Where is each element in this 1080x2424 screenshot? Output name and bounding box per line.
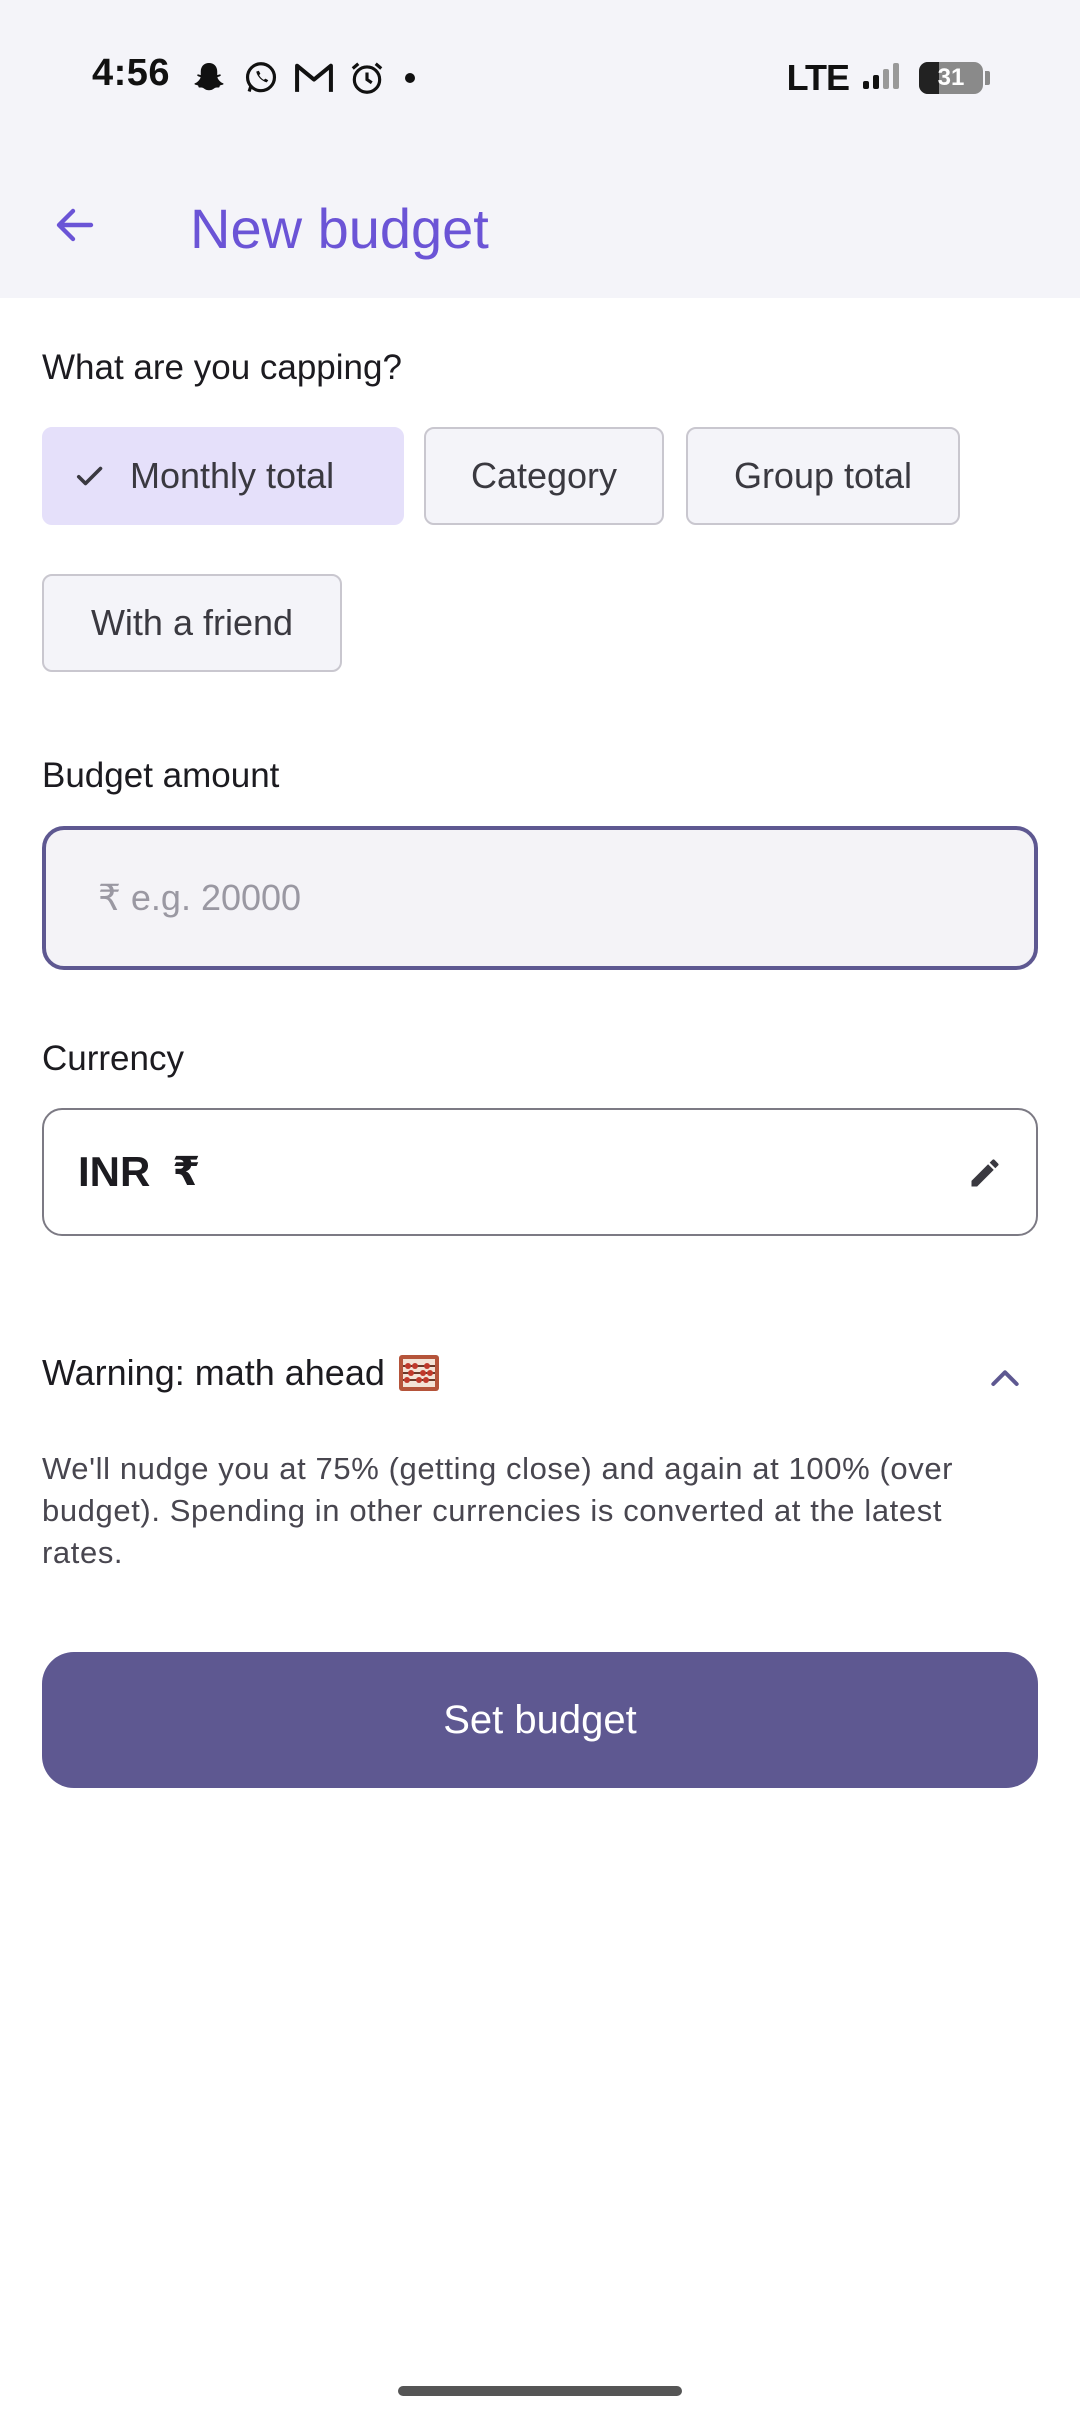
currency-selector[interactable]: INR ₹	[42, 1108, 1038, 1236]
chip-category[interactable]: Category	[424, 427, 664, 525]
set-budget-button[interactable]: Set budget	[42, 1652, 1038, 1788]
snapchat-icon	[190, 59, 228, 97]
alarm-icon	[348, 59, 386, 97]
edit-currency-button[interactable]	[964, 1152, 1006, 1194]
capping-label: What are you capping?	[42, 348, 402, 387]
collapse-warning-button[interactable]	[982, 1356, 1028, 1402]
chip-label: With a friend	[90, 602, 294, 643]
chevron-up-icon	[991, 1370, 1019, 1386]
check-icon	[72, 458, 108, 494]
chip-label: Monthly total	[130, 455, 335, 496]
status-bar: 4:56 LTE 31	[0, 0, 1080, 150]
abacus-icon	[397, 1353, 441, 1393]
status-right: LTE 31	[787, 56, 990, 100]
signal-icon	[861, 59, 907, 98]
gmail-icon	[294, 61, 334, 95]
currency-label: Currency	[42, 1039, 184, 1078]
currency-symbol: ₹	[172, 1150, 201, 1194]
battery-icon: 31	[919, 62, 983, 94]
budget-amount-label: Budget amount	[42, 756, 280, 795]
budget-amount-input[interactable]	[96, 876, 1034, 920]
warning-body: We'll nudge you at 75% (getting close) a…	[42, 1451, 954, 1570]
battery-level: 31	[937, 64, 965, 91]
home-indicator[interactable]	[398, 2386, 682, 2396]
battery-tip	[985, 71, 990, 85]
arrow-left-icon	[56, 208, 94, 242]
currency-code: INR	[78, 1148, 151, 1195]
whatsapp-icon	[242, 59, 280, 97]
page-title: New budget	[190, 197, 489, 260]
status-time: 4:56	[92, 52, 171, 94]
warning-title: Warning: math ahead	[42, 1352, 441, 1394]
budget-amount-field[interactable]	[42, 826, 1038, 970]
chip-label: Category	[470, 455, 618, 496]
notification-icons	[190, 56, 420, 100]
back-button[interactable]	[40, 190, 110, 260]
chip-label: Group total	[733, 455, 913, 496]
chip-group-total[interactable]: Group total	[686, 427, 960, 525]
pencil-icon	[971, 1159, 999, 1187]
network-type: LTE	[786, 57, 850, 98]
chip-with-a-friend[interactable]: With a friend	[42, 574, 342, 672]
dot-icon	[400, 68, 420, 88]
warning-title-text: Warning: math ahead	[42, 1352, 385, 1393]
chip-monthly-total[interactable]: Monthly total	[42, 427, 404, 525]
